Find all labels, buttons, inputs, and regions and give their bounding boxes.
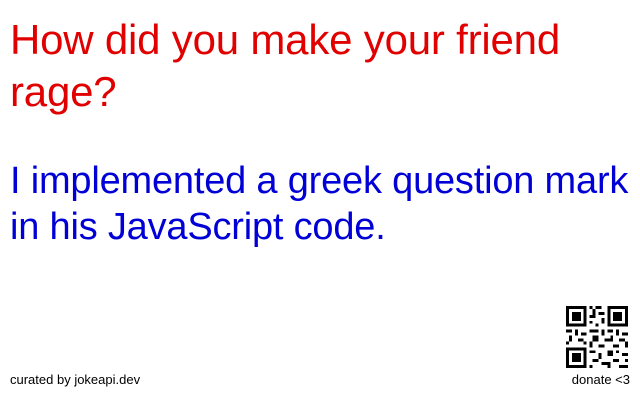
joke-setup: How did you make your friend rage?	[10, 16, 560, 115]
curated-by-label: curated by jokeapi.dev	[10, 372, 141, 387]
donate-link[interactable]: donate <3	[572, 372, 630, 387]
joke-delivery: I implemented a greek question mark in h…	[10, 160, 629, 248]
qr-code-icon[interactable]	[566, 306, 628, 368]
